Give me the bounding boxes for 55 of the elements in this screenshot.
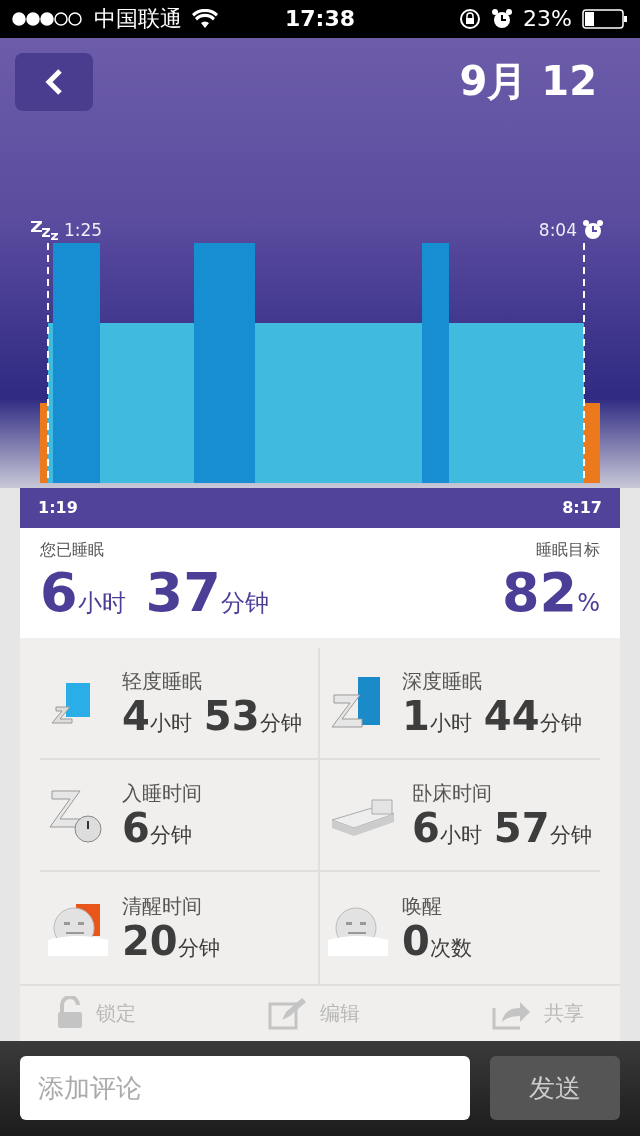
action-button[interactable]: 锁定 <box>50 995 142 1032</box>
stat-value: 57 <box>493 807 550 850</box>
slept-minutes: 37 <box>145 560 221 624</box>
send-button[interactable]: 发送 <box>490 1056 620 1121</box>
action-button[interactable]: 编辑 <box>262 995 366 1032</box>
stat-label: 入睡时间 <box>122 780 202 808</box>
hours-unit: 小时 <box>77 588 126 619</box>
carrier-name: 中国联通 <box>94 4 182 33</box>
back-chevron-icon <box>44 67 64 96</box>
stat-label: 清醒时间 <box>122 893 203 921</box>
stat-unit: 小时 <box>439 823 482 850</box>
stat-value: 0 <box>402 920 430 963</box>
slept-label: 您已睡眠 <box>40 539 104 561</box>
stat-unit: 小时 <box>429 711 472 738</box>
edit-icon <box>268 996 308 1031</box>
stat-unit: 分钟 <box>177 936 220 963</box>
wake-time: 8:04 <box>538 220 577 241</box>
stat-unit: 分钟 <box>549 823 592 850</box>
stat-value: 1 <box>402 695 430 738</box>
goal-label: 睡眠目标 <box>536 539 600 561</box>
end-time: 8:17 <box>562 498 602 518</box>
stat-value: 4 <box>122 695 150 738</box>
stat-label: 深度睡眠 <box>402 668 483 696</box>
sleep-start-time: 1:25 <box>64 220 103 241</box>
minutes-unit: 分钟 <box>220 588 269 619</box>
stat-label: 唤醒 <box>402 893 443 921</box>
unlocked-padlock-icon <box>56 996 84 1031</box>
slept-hours: 6 <box>40 560 78 624</box>
rotation-lock-icon <box>459 7 482 30</box>
stat-unit: 分钟 <box>539 711 582 738</box>
stat-value: 6 <box>412 807 440 850</box>
wifi-icon <box>192 8 218 29</box>
stat-value: 53 <box>203 695 260 738</box>
signal-strength-icon <box>12 11 84 26</box>
alarm-clock-icon <box>491 7 514 30</box>
stat-label: 轻度睡眠 <box>122 668 203 696</box>
battery-percent: 23% <box>523 6 572 32</box>
start-time: 1:19 <box>38 498 78 518</box>
sleep-zzz-icon <box>30 219 60 242</box>
date-title: 9月 12 <box>459 57 598 107</box>
stat-label: 卧床时间 <box>412 780 493 808</box>
stat-unit: 次数 <box>429 935 472 963</box>
battery-icon <box>582 8 628 29</box>
back-button[interactable] <box>15 52 93 111</box>
stat-unit: 分钟 <box>259 711 302 738</box>
stat-value: 44 <box>483 695 540 738</box>
comment-field[interactable]: 添加评论 <box>20 1056 470 1121</box>
goal-percent: 82 <box>502 560 578 624</box>
stat-unit: 分钟 <box>149 823 192 850</box>
stat-unit: 小时 <box>149 711 192 738</box>
percent-sign: % <box>577 588 600 617</box>
action-button[interactable]: 共享 <box>486 995 590 1032</box>
stat-value: 20 <box>122 920 178 963</box>
clock-time: 17:38 <box>285 6 355 32</box>
stat-value: 6 <box>122 807 150 850</box>
